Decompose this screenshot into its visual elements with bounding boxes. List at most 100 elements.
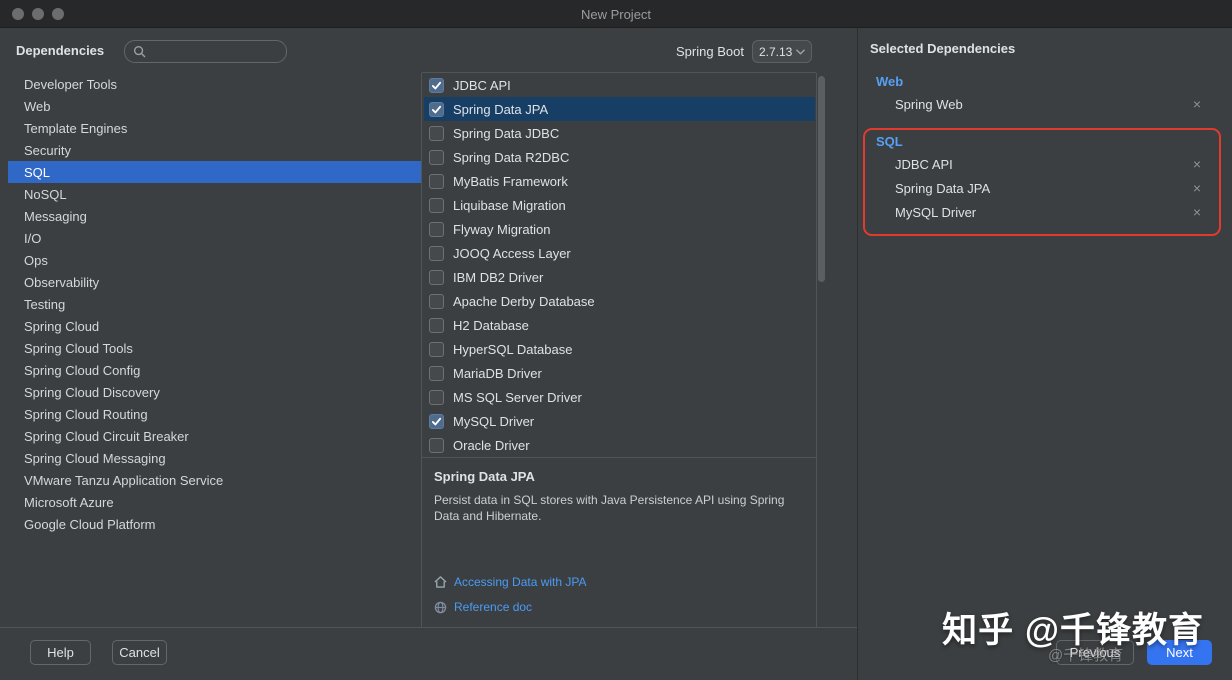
dependency-label: MS SQL Server Driver xyxy=(453,389,582,405)
category-item[interactable]: Messaging xyxy=(8,205,421,227)
previous-button[interactable]: Previous xyxy=(1056,640,1134,665)
dependency-row[interactable]: MyBatis Framework xyxy=(424,169,815,193)
dependency-row[interactable]: MS SQL Server Driver xyxy=(424,385,815,409)
dependency-checkbox[interactable] xyxy=(429,437,444,453)
divider xyxy=(421,73,422,627)
dependency-row[interactable]: Flyway Migration xyxy=(424,217,815,241)
category-label: Template Engines xyxy=(24,120,128,136)
selected-dependencies-heading: Selected Dependencies xyxy=(870,41,1016,56)
dependency-label: MyBatis Framework xyxy=(453,173,568,189)
dependency-checkbox[interactable] xyxy=(429,389,444,405)
category-item[interactable]: Observability xyxy=(8,271,421,293)
dependency-checkbox[interactable] xyxy=(429,293,444,309)
category-item[interactable]: SQL xyxy=(8,161,421,183)
remove-dependency-icon[interactable]: × xyxy=(1193,205,1201,219)
dependency-row[interactable]: MySQL Driver xyxy=(424,409,815,433)
divider xyxy=(816,73,817,627)
check-icon xyxy=(431,417,442,425)
scrollbar-thumb[interactable] xyxy=(818,76,825,282)
category-item[interactable]: I/O xyxy=(8,227,421,249)
category-label: Spring Cloud Circuit Breaker xyxy=(24,428,189,444)
dependency-row[interactable]: MariaDB Driver xyxy=(424,361,815,385)
category-item[interactable]: Spring Cloud Routing xyxy=(8,403,421,425)
category-item[interactable]: Spring Cloud Discovery xyxy=(8,381,421,403)
selected-dependency-row: Spring Data JPA × xyxy=(858,176,1232,200)
selected-dependency-label: Spring Web xyxy=(895,96,963,112)
category-label: Spring Cloud Routing xyxy=(24,406,148,422)
category-item[interactable]: NoSQL xyxy=(8,183,421,205)
dependency-label: JOOQ Access Layer xyxy=(453,245,571,261)
selected-dependency-row: Spring Web × xyxy=(858,92,1232,116)
guide-link[interactable]: Accessing Data with JPA xyxy=(434,575,587,589)
dependency-checkbox[interactable] xyxy=(429,101,444,117)
selected-group: SQL JDBC API × Spring Data JPA × MySQL D… xyxy=(858,130,1232,224)
remove-dependency-icon[interactable]: × xyxy=(1193,181,1201,195)
home-icon xyxy=(434,576,447,588)
dependency-checkbox[interactable] xyxy=(429,173,444,189)
dependency-row[interactable]: Oracle Driver xyxy=(424,433,815,457)
help-button[interactable]: Help xyxy=(30,640,91,665)
dependency-row[interactable]: Liquibase Migration xyxy=(424,193,815,217)
dependency-row[interactable]: Spring Data JPA xyxy=(424,97,815,121)
dependency-row[interactable]: JOOQ Access Layer xyxy=(424,241,815,265)
search-box[interactable] xyxy=(124,40,287,63)
dependencies-heading: Dependencies xyxy=(16,43,105,58)
selected-dependency-label: MySQL Driver xyxy=(895,204,977,220)
category-label: VMware Tanzu Application Service xyxy=(24,472,224,488)
category-item[interactable]: Security xyxy=(8,139,421,161)
category-label: Spring Cloud Tools xyxy=(24,340,133,356)
next-button[interactable]: Next xyxy=(1147,640,1212,665)
dependency-row[interactable]: HyperSQL Database xyxy=(424,337,815,361)
dependency-row[interactable]: JDBC API xyxy=(424,73,815,97)
search-input[interactable] xyxy=(152,44,272,59)
dependency-label: HyperSQL Database xyxy=(453,341,573,357)
dependency-row[interactable]: Apache Derby Database xyxy=(424,289,815,313)
category-item[interactable]: Testing xyxy=(8,293,421,315)
dependency-row[interactable]: Spring Data JDBC xyxy=(424,121,815,145)
dependency-checkbox[interactable] xyxy=(429,341,444,357)
selected-groups: Web Spring Web × SQL JDBC API × Spring D… xyxy=(858,70,1232,238)
dependency-label: MariaDB Driver xyxy=(453,365,542,381)
spring-boot-label: Spring Boot xyxy=(676,44,744,59)
category-label: Google Cloud Platform xyxy=(24,516,156,532)
category-item[interactable]: Ops xyxy=(8,249,421,271)
category-item[interactable]: Microsoft Azure xyxy=(8,491,421,513)
category-item[interactable]: VMware Tanzu Application Service xyxy=(8,469,421,491)
category-item[interactable]: Spring Cloud Tools xyxy=(8,337,421,359)
category-item[interactable]: Spring Cloud Circuit Breaker xyxy=(8,425,421,447)
dependency-row[interactable]: Spring Data R2DBC xyxy=(424,145,815,169)
dependency-checkbox[interactable] xyxy=(429,269,444,285)
reference-doc-link[interactable]: Reference doc xyxy=(434,600,587,614)
category-label: Observability xyxy=(24,274,100,290)
dependency-checkbox[interactable] xyxy=(429,197,444,213)
category-item[interactable]: Developer Tools xyxy=(8,73,421,95)
remove-dependency-icon[interactable]: × xyxy=(1193,157,1201,171)
dependency-checkbox[interactable] xyxy=(429,221,444,237)
dependency-checkbox[interactable] xyxy=(429,317,444,333)
dependency-checkbox[interactable] xyxy=(429,77,444,93)
cancel-button[interactable]: Cancel xyxy=(112,640,167,665)
dependency-row[interactable]: H2 Database xyxy=(424,313,815,337)
spring-boot-version-select[interactable]: 2.7.13 xyxy=(751,40,812,63)
selected-group-items: JDBC API × Spring Data JPA × MySQL Drive… xyxy=(858,152,1232,224)
spring-boot-version-group: Spring Boot 2.7.13 xyxy=(676,40,812,63)
category-item[interactable]: Google Cloud Platform xyxy=(8,513,421,535)
category-item[interactable]: Spring Cloud Messaging xyxy=(8,447,421,469)
category-label: Spring Cloud xyxy=(24,318,100,334)
doc-icon xyxy=(434,601,447,614)
dependency-checkbox[interactable] xyxy=(429,413,444,429)
window-title: New Project xyxy=(580,6,652,22)
dependency-label: Spring Data R2DBC xyxy=(453,149,570,165)
remove-dependency-icon[interactable]: × xyxy=(1193,97,1201,111)
search-icon xyxy=(133,45,146,58)
dependency-checkbox[interactable] xyxy=(429,125,444,141)
category-item[interactable]: Spring Cloud xyxy=(8,315,421,337)
dependency-checkbox[interactable] xyxy=(429,245,444,261)
category-item[interactable]: Web xyxy=(8,95,421,117)
dependency-checkbox[interactable] xyxy=(429,365,444,381)
dependency-checkbox[interactable] xyxy=(429,149,444,165)
category-item[interactable]: Spring Cloud Config xyxy=(8,359,421,381)
category-item[interactable]: Template Engines xyxy=(8,117,421,139)
dependency-row[interactable]: IBM DB2 Driver xyxy=(424,265,815,289)
category-label: Ops xyxy=(24,252,48,268)
